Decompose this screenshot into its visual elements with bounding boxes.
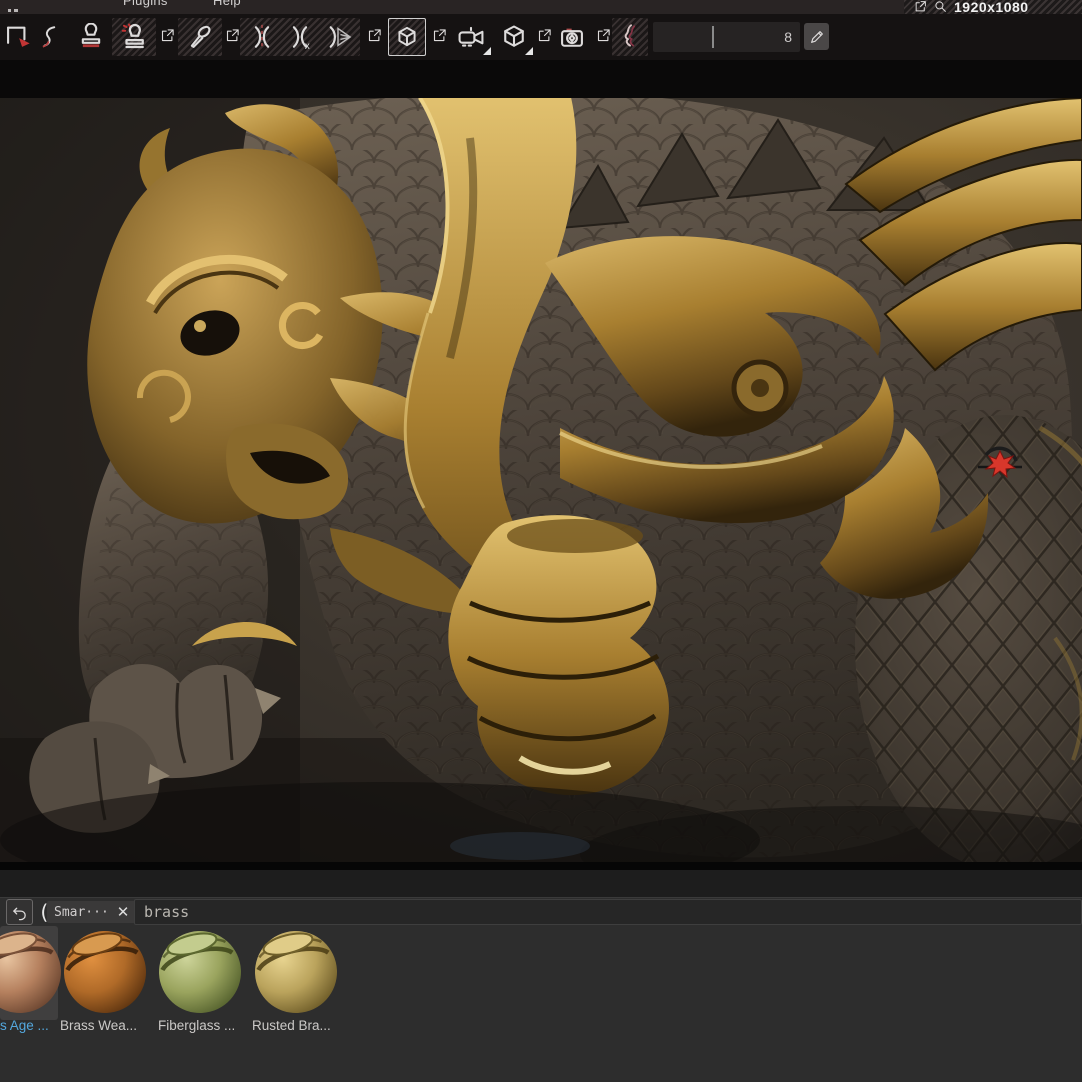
external-link-icon[interactable] bbox=[159, 25, 175, 45]
external-link-icon[interactable] bbox=[431, 25, 447, 45]
filter-tag-label: Smar··· bbox=[54, 904, 109, 920]
external-link-icon[interactable] bbox=[366, 25, 382, 45]
material-label[interactable]: Rusted Bra... bbox=[252, 1018, 331, 1033]
svg-text:x: x bbox=[305, 41, 310, 52]
viewport-3d[interactable] bbox=[0, 98, 1082, 862]
slider-divider bbox=[712, 26, 714, 48]
shelf-top-band bbox=[0, 870, 1082, 898]
toolbar-value-label: 8 bbox=[784, 29, 792, 45]
edit-value-button[interactable] bbox=[804, 23, 829, 50]
material-swatch-aged[interactable] bbox=[0, 927, 65, 1017]
material-swatch-rusted-brass[interactable] bbox=[251, 927, 341, 1017]
smart-materials-filter-tag[interactable]: Smar··· ✕ bbox=[47, 901, 137, 923]
brush-tool-icon bbox=[190, 25, 211, 48]
viewport-3d-model bbox=[0, 98, 1082, 862]
brush-tool-button[interactable] bbox=[178, 18, 222, 56]
profile-curve-icon bbox=[624, 24, 636, 47]
lasso-tool-icon bbox=[42, 26, 56, 48]
cube-icon bbox=[504, 25, 524, 47]
rect-select-tool-icon bbox=[7, 26, 30, 47]
symmetry-radial-icon[interactable] bbox=[321, 22, 355, 52]
dropdown-corner bbox=[525, 47, 533, 55]
stamp-tool-icon bbox=[81, 23, 101, 48]
close-icon[interactable]: ✕ bbox=[117, 903, 130, 921]
symmetry-x-icon[interactable]: x bbox=[283, 22, 317, 52]
toolbar-gap bbox=[0, 60, 1082, 98]
material-label[interactable]: Brass Wea... bbox=[60, 1018, 137, 1033]
symmetry-tools-group: x bbox=[240, 18, 360, 56]
assets-shelf: ( Smar··· ✕ brass s Age ... Brass Wea...… bbox=[0, 870, 1082, 1082]
toolbar: x 8 bbox=[0, 14, 1082, 60]
menu-item-partial bbox=[8, 9, 18, 12]
resolution-label: 1920x1080 bbox=[954, 0, 1029, 15]
viewport-bottom-edge bbox=[0, 862, 1082, 870]
material-label[interactable]: s Age ... bbox=[0, 1018, 49, 1033]
external-link-icon[interactable] bbox=[595, 25, 611, 45]
menu-item-help[interactable]: Help bbox=[213, 0, 241, 8]
material-swatch-fiberglass[interactable] bbox=[155, 927, 245, 1017]
shelf-search-input[interactable] bbox=[134, 899, 1082, 925]
stencil-stamp-tool-icon bbox=[121, 23, 144, 49]
dropdown-corner bbox=[483, 47, 491, 55]
camera-view-button[interactable] bbox=[450, 18, 492, 56]
lasso-tool-button[interactable] bbox=[35, 18, 67, 56]
toolbar-value-slider[interactable]: 8 bbox=[653, 22, 800, 52]
app-window: Plugins Help 1920x1080 x 8 (Smar··· ✕ b… bbox=[0, 0, 1082, 1082]
stamp-tool-button[interactable] bbox=[74, 18, 108, 56]
external-link-icon[interactable] bbox=[224, 25, 240, 45]
material-swatch-brass-weathered[interactable] bbox=[60, 927, 150, 1017]
magnifier-icon bbox=[935, 1, 946, 12]
external-link-icon[interactable] bbox=[536, 25, 552, 45]
mesh-display-button[interactable] bbox=[494, 18, 534, 56]
material-label[interactable]: Fiberglass ... bbox=[158, 1018, 235, 1033]
undo-arrow-icon bbox=[13, 907, 26, 920]
undo-filter-button[interactable] bbox=[6, 899, 33, 925]
perspective-cube-icon bbox=[398, 26, 416, 47]
perspective-view-button[interactable] bbox=[388, 18, 426, 56]
pencil-edit-icon bbox=[810, 30, 823, 43]
screenshot-button[interactable] bbox=[553, 18, 591, 56]
stencil-stamp-tool-button[interactable] bbox=[112, 18, 156, 56]
symmetry-mirror-icon[interactable] bbox=[245, 22, 279, 52]
rect-select-tool-button[interactable] bbox=[2, 18, 34, 56]
external-link-icon bbox=[915, 1, 926, 12]
menu-item-plugins[interactable]: Plugins bbox=[123, 0, 168, 8]
photo-camera-icon bbox=[561, 28, 583, 47]
stencil-curve-button[interactable] bbox=[612, 18, 648, 56]
